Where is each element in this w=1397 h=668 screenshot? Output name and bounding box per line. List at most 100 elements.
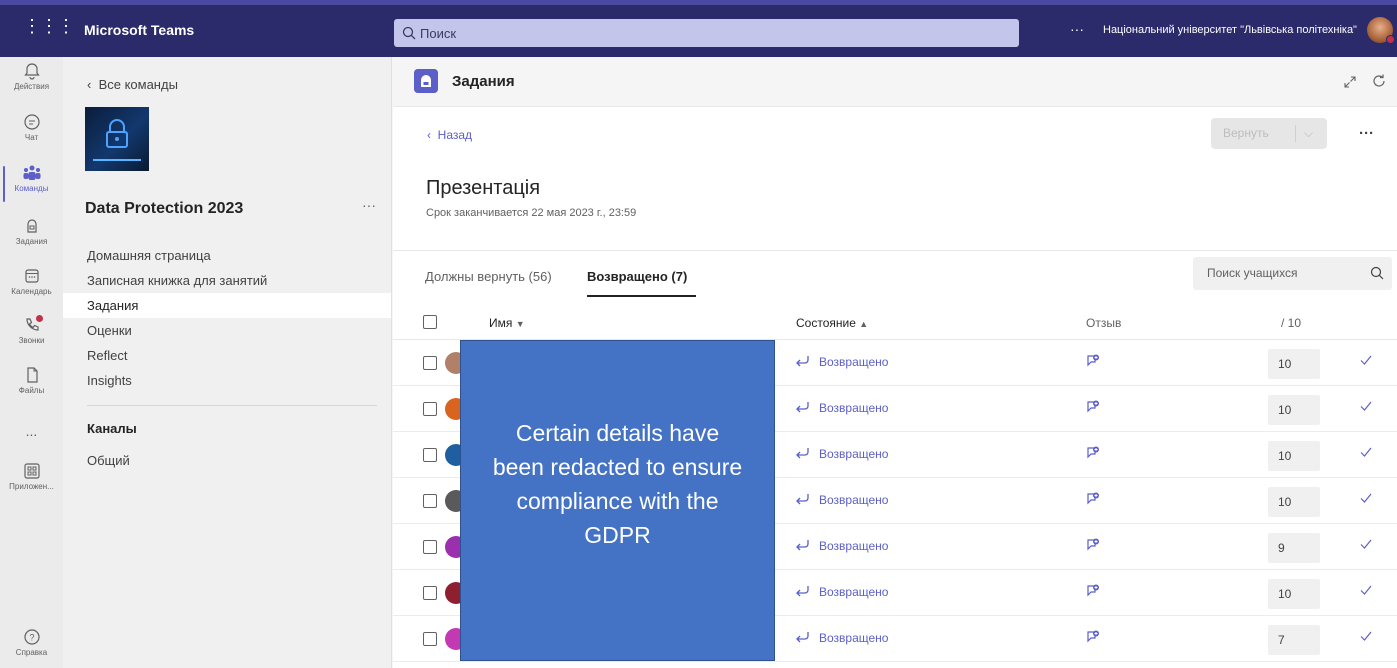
status-dot <box>1386 35 1395 44</box>
grade-input[interactable]: 10 <box>1268 349 1320 379</box>
grade-input[interactable]: 10 <box>1268 579 1320 609</box>
top-bar: ⋮⋮⋮ Microsoft Teams Поиск ··· Національн… <box>0 0 1397 57</box>
rail-item-apps[interactable]: Приложен... <box>0 462 63 491</box>
grade-input[interactable]: 7 <box>1268 625 1320 655</box>
rail-item-activity[interactable]: Действия <box>0 62 63 91</box>
org-name[interactable]: Національний університет "Львівська полі… <box>1103 24 1357 36</box>
row-checkbox[interactable] <box>423 402 437 416</box>
grade-input[interactable]: 10 <box>1268 441 1320 471</box>
grade-input[interactable]: 10 <box>1268 395 1320 425</box>
grade-input[interactable]: 10 <box>1268 487 1320 517</box>
student-search-placeholder: Поиск учащихся <box>1207 266 1298 280</box>
nav-item-reflect[interactable]: Reflect <box>63 343 391 368</box>
sidebar-divider <box>87 405 377 406</box>
rail-item-chat[interactable]: Чат <box>0 113 63 142</box>
rail-item-teams[interactable]: Команды <box>0 164 63 202</box>
search-icon <box>402 26 416 40</box>
button-separator <box>1295 125 1296 142</box>
rail-label: Файлы <box>18 386 45 395</box>
back-link[interactable]: ‹ Назад <box>427 128 472 142</box>
assignments-icon <box>26 219 37 233</box>
team-more-icon[interactable]: ··· <box>362 197 376 213</box>
feedback-icon[interactable] <box>1085 629 1101 645</box>
feedback-icon[interactable] <box>1085 399 1101 415</box>
channel-general[interactable]: Общий <box>87 453 130 468</box>
rail-item-calls[interactable]: Звонки <box>0 315 63 345</box>
feedback-icon[interactable] <box>1085 583 1101 599</box>
feedback-icon[interactable] <box>1085 353 1101 369</box>
check-icon <box>1360 401 1372 411</box>
nav-item-grades[interactable]: Оценки <box>63 318 391 343</box>
returned-arrow-icon <box>796 448 809 459</box>
rail-item-calendar[interactable]: Календарь <box>0 267 63 296</box>
refresh-icon[interactable] <box>1371 73 1387 89</box>
sort-down-icon: ▼ <box>515 319 525 329</box>
image-caption-bar <box>93 159 141 161</box>
return-button[interactable]: Вернуть ⌵ <box>1211 118 1327 149</box>
page-more-icon[interactable]: ··· <box>1359 125 1374 142</box>
check-icon <box>1360 355 1372 365</box>
row-checkbox[interactable] <box>423 632 437 646</box>
status-cell: Возвращено <box>795 447 888 461</box>
returned-arrow-icon <box>796 632 809 643</box>
student-search-input[interactable]: Поиск учащихся <box>1193 257 1392 290</box>
chevron-down-icon[interactable]: ⌵ <box>1304 118 1313 149</box>
user-avatar[interactable] <box>1367 17 1395 44</box>
tab-to-return[interactable]: Должны вернуть (56) <box>425 269 552 284</box>
status-label: Возвращено <box>819 631 889 645</box>
grade-input[interactable]: 9 <box>1268 533 1320 563</box>
col-points-header: / 10 <box>1281 316 1302 330</box>
sort-up-icon: ▲ <box>859 319 869 329</box>
nav-item-assignments[interactable]: Задания <box>63 293 391 318</box>
row-checkbox[interactable] <box>423 356 437 370</box>
rail-item-files[interactable]: Файлы <box>0 366 63 395</box>
feedback-icon[interactable] <box>1085 491 1101 507</box>
rail-label: Задания <box>15 237 48 246</box>
rail-more-icon[interactable]: ... <box>0 423 63 439</box>
row-checkbox[interactable] <box>423 494 437 508</box>
svg-text:?: ? <box>29 633 34 643</box>
status-label: Возвращено <box>819 401 889 415</box>
app-launcher-icon[interactable]: ⋮⋮⋮ <box>23 17 75 35</box>
team-nav: Домашняя страница Записная книжка для за… <box>63 243 391 393</box>
nav-item-insights[interactable]: Insights <box>63 368 391 393</box>
returned-arrow-icon <box>796 540 809 551</box>
feedback-icon[interactable] <box>1085 537 1101 553</box>
row-checkbox[interactable] <box>423 448 437 462</box>
search-placeholder: Поиск <box>420 25 457 41</box>
status-cell: Возвращено <box>795 401 888 415</box>
status-cell: Возвращено <box>795 355 888 369</box>
expand-icon[interactable] <box>1343 75 1357 89</box>
rail-label: Приложен... <box>9 482 54 491</box>
nav-item-home[interactable]: Домашняя страница <box>63 243 391 268</box>
app-header-title: Задания <box>452 73 515 90</box>
row-checkbox[interactable] <box>423 586 437 600</box>
back-label: Назад <box>437 128 473 142</box>
rail-label: Календарь <box>11 287 52 296</box>
status-label: Возвращено <box>819 585 889 599</box>
chevron-left-icon: ‹ <box>427 128 438 142</box>
feedback-icon[interactable] <box>1085 445 1101 461</box>
col-name-header[interactable]: Имя ▼ <box>489 316 525 330</box>
returned-arrow-icon <box>796 494 809 505</box>
all-teams-label: Все команды <box>98 77 178 92</box>
status-label: Возвращено <box>819 539 889 553</box>
tab-returned[interactable]: Возвращено (7) <box>587 269 687 284</box>
active-tab-indicator <box>587 295 696 297</box>
col-status-header[interactable]: Состояние ▲ <box>796 316 868 330</box>
rail-item-assignments[interactable]: Задания <box>0 217 63 246</box>
row-checkbox[interactable] <box>423 540 437 554</box>
return-label: Вернуть <box>1223 126 1269 140</box>
check-icon <box>1360 585 1372 595</box>
help-icon: ? <box>23 629 40 645</box>
search-input[interactable]: Поиск <box>394 19 1019 47</box>
all-teams-link[interactable]: ‹ Все команды <box>87 77 178 92</box>
returned-arrow-icon <box>796 586 809 597</box>
rail-item-help[interactable]: ? Справка <box>0 628 63 657</box>
app-header: Задания <box>393 57 1397 107</box>
team-sidebar: ‹ Все команды Data Protection 2023 ··· Д… <box>63 57 392 668</box>
select-all-checkbox[interactable] <box>423 315 437 329</box>
col-feedback-header: Отзыв <box>1086 316 1122 330</box>
more-options-icon[interactable]: ··· <box>1070 21 1084 37</box>
nav-item-notebook[interactable]: Записная книжка для занятий <box>63 268 391 293</box>
